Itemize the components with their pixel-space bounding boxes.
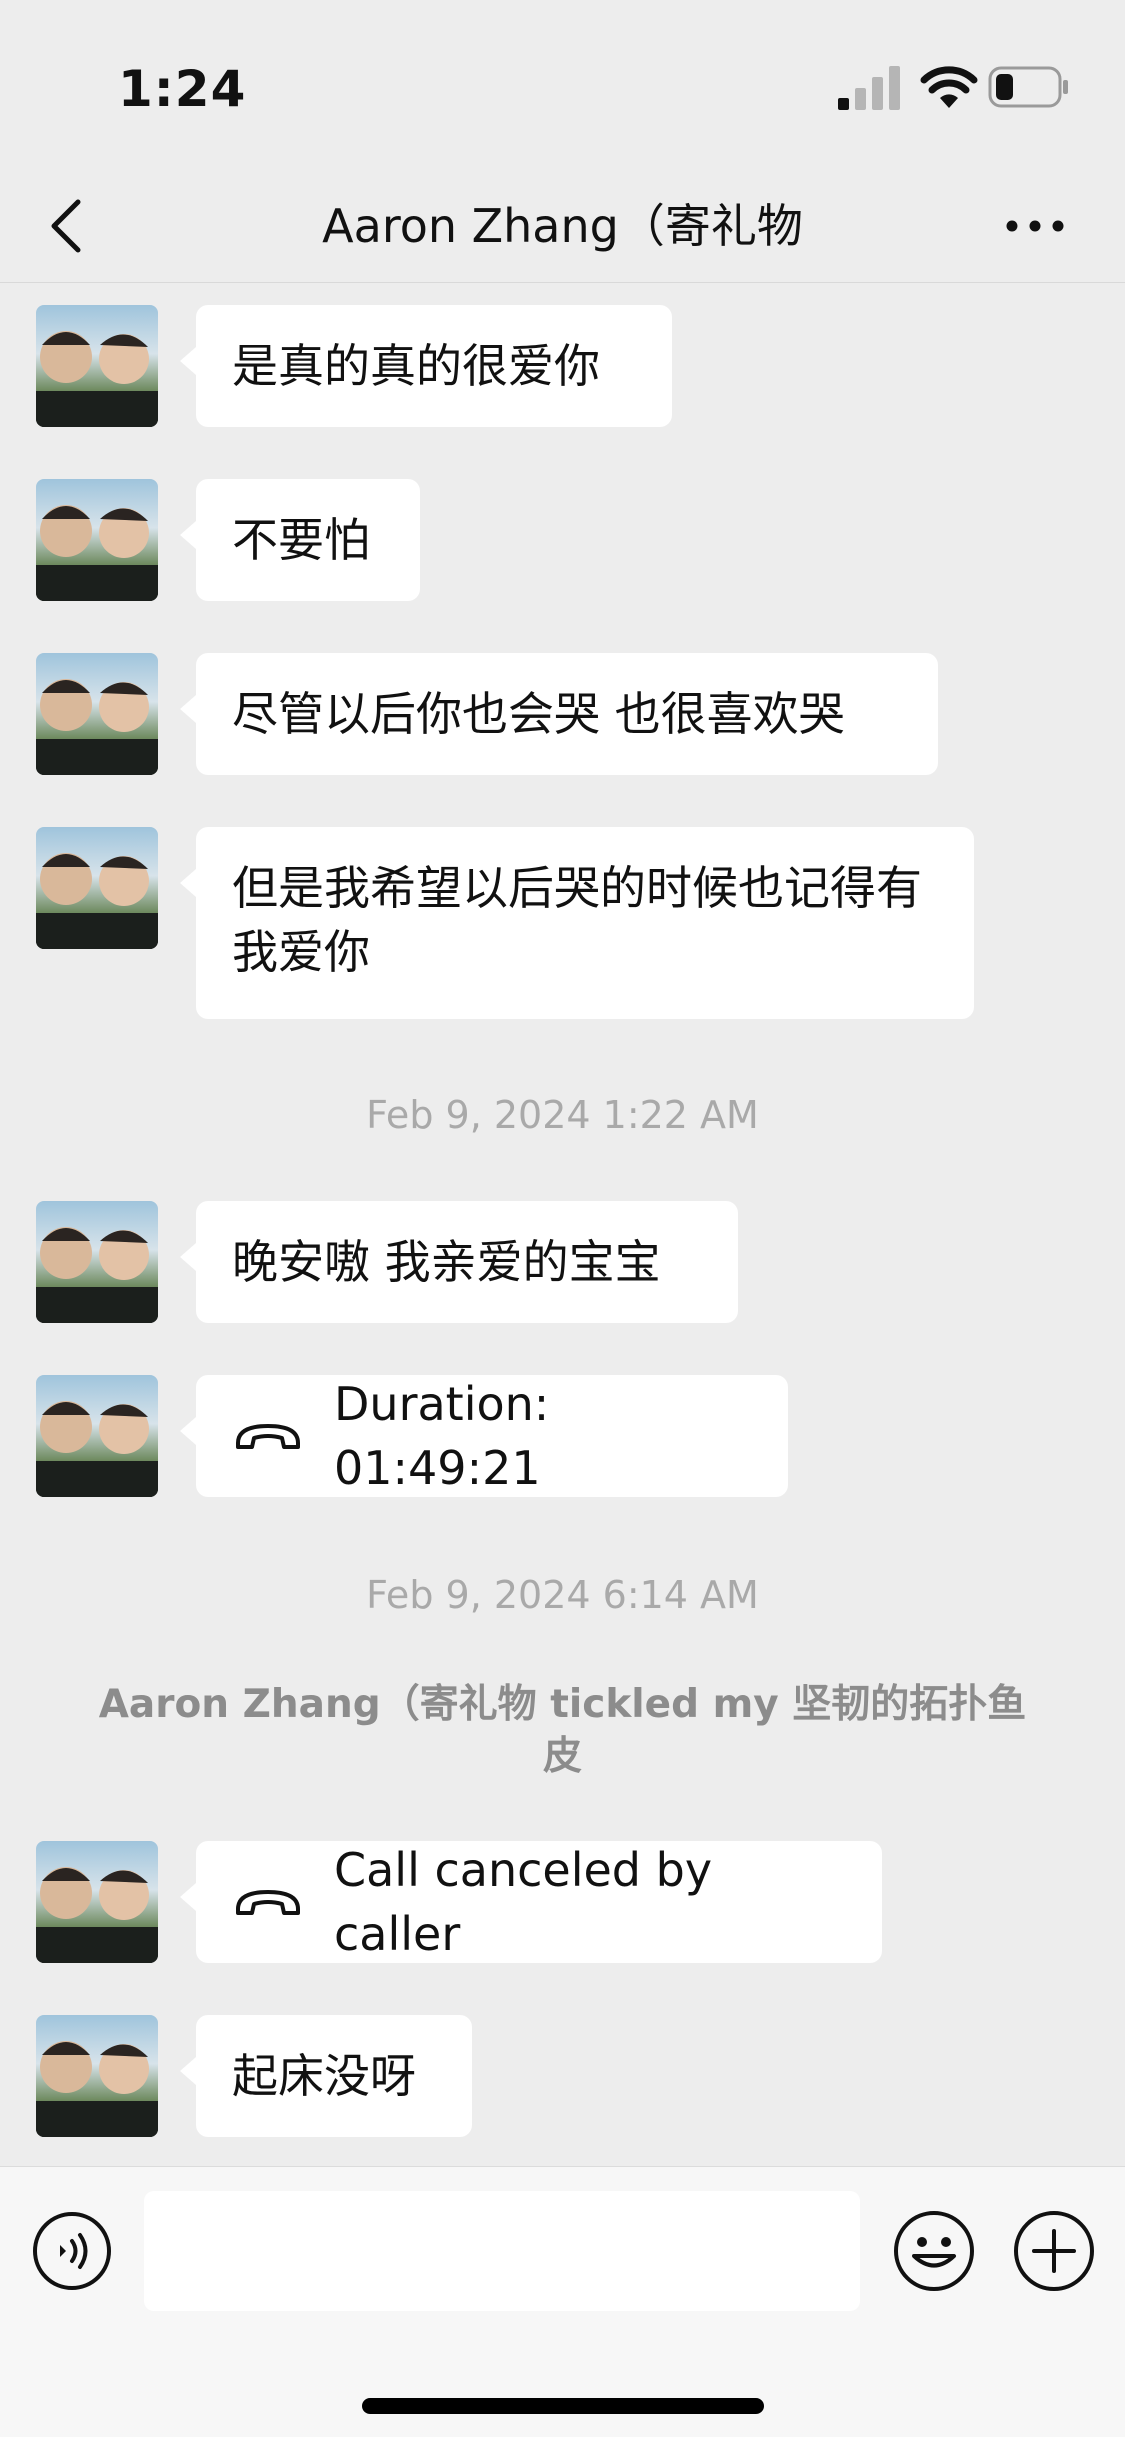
phone-hangup-icon [236, 1424, 300, 1449]
avatar[interactable] [36, 479, 158, 601]
more-dots-icon[interactable] [1000, 206, 1070, 246]
message-input[interactable] [144, 2191, 860, 2311]
message-bubble[interactable]: 不要怕 [180, 479, 420, 601]
call-status-text: Call canceled by caller [334, 1843, 713, 1961]
chat-title: Aaron Zhang（寄礼物 [322, 199, 803, 253]
wifi-icon [920, 66, 978, 108]
timestamp: Feb 9, 2024 1:22 AM [366, 1093, 759, 1137]
emoji-icon[interactable] [892, 2209, 976, 2293]
avatar[interactable] [36, 653, 158, 775]
tickle-notice: Aaron Zhang（寄礼物 tickled my 坚韧的拓扑鱼皮 [98, 1682, 1027, 1779]
message-bubble[interactable]: 起床没呀 [180, 2015, 472, 2137]
phone-hangup-icon [236, 1890, 300, 1915]
avatar[interactable] [36, 1375, 158, 1497]
battery-icon [988, 66, 1068, 108]
input-bar [0, 2166, 1125, 2437]
avatar[interactable] [36, 2015, 158, 2137]
call-record-bubble[interactable]: Duration: 01:49:21 [180, 1375, 788, 1497]
voice-icon[interactable] [32, 2211, 112, 2291]
avatar[interactable] [36, 827, 158, 949]
message-bubble[interactable]: 但是我希望以后哭的时候也记得有我爱你 [180, 827, 974, 1019]
home-indicator[interactable] [362, 2398, 764, 2414]
message-bubble[interactable]: 尽管以后你也会哭 也很喜欢哭 [180, 653, 938, 775]
status-time: 1:24 [118, 60, 247, 118]
cellular-signal-icon [838, 66, 900, 110]
back-icon[interactable] [40, 190, 90, 262]
status-bar: 1:24 [0, 0, 1125, 170]
message-list: 是真的真的很爱你 不要怕 尽管以后你也会哭 也很喜欢哭 但是我希望以后哭的时候也… [0, 283, 1125, 2165]
avatar[interactable] [36, 305, 158, 427]
message-bubble[interactable]: 晚安嗷 我亲爱的宝宝 [180, 1201, 738, 1323]
chat-header: Aaron Zhang（寄礼物 [0, 170, 1125, 283]
call-duration-text: Duration: 01:49:21 [334, 1377, 550, 1495]
avatar[interactable] [36, 1201, 158, 1323]
plus-icon[interactable] [1012, 2209, 1096, 2293]
call-record-bubble[interactable]: Call canceled by caller [180, 1841, 882, 1963]
avatar[interactable] [36, 1841, 158, 1963]
timestamp: Feb 9, 2024 6:14 AM [366, 1573, 759, 1617]
message-bubble[interactable]: 是真的真的很爱你 [180, 305, 672, 427]
